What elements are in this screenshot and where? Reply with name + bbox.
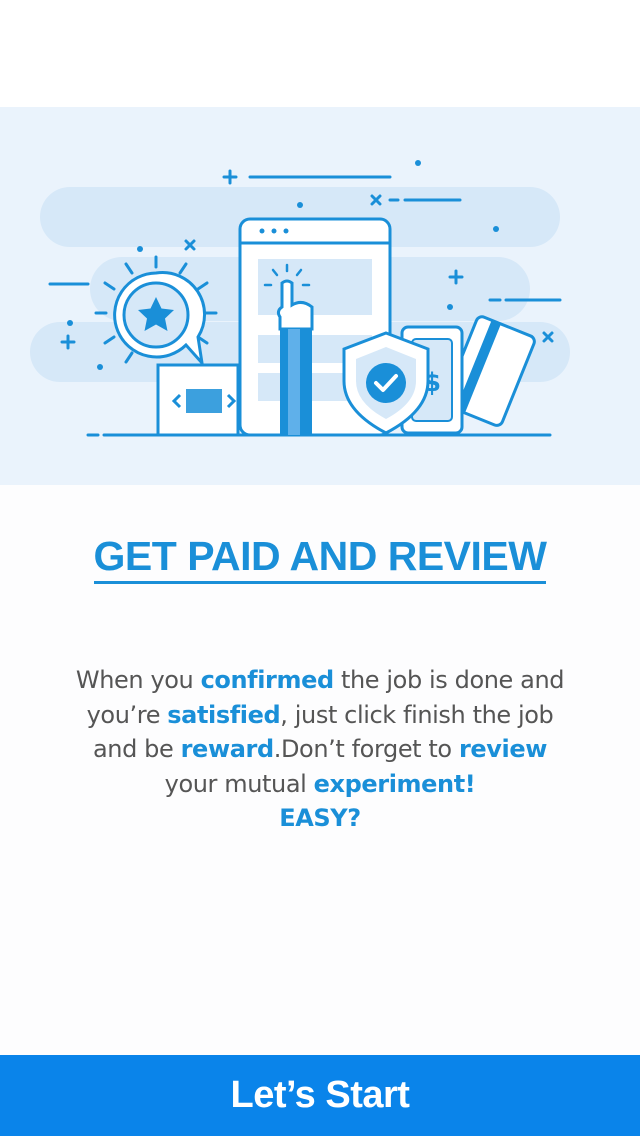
highlight-confirmed: confirmed bbox=[200, 666, 335, 694]
onboarding-title-wrapper: GET PAID AND REVIEW bbox=[0, 533, 640, 584]
highlight-review: review bbox=[458, 735, 547, 763]
onboarding-description: When you confirmed the job is done and y… bbox=[20, 663, 620, 836]
description-text: and be bbox=[93, 735, 181, 763]
onboarding-illustration: $ bbox=[0, 107, 640, 485]
easy-label: EASY? bbox=[279, 804, 361, 832]
highlight-experiment: experiment! bbox=[313, 769, 476, 798]
highlight-reward: reward bbox=[180, 735, 275, 763]
highlight-satisfied: satisfied bbox=[167, 700, 281, 729]
illustration-graphic: $ bbox=[30, 160, 570, 437]
onboarding-title: GET PAID AND REVIEW bbox=[93, 533, 547, 584]
onboarding-content: GET PAID AND REVIEW When you confirmed t… bbox=[0, 485, 640, 1055]
description-text: When you bbox=[75, 666, 201, 694]
description-text: you’re bbox=[86, 700, 168, 729]
lets-start-button[interactable]: Let’s Start bbox=[0, 1055, 640, 1136]
description-text: the job is done and bbox=[333, 666, 565, 694]
description-text: , just click finish the job bbox=[280, 700, 554, 729]
description-text: your mutual bbox=[164, 769, 314, 798]
top-spacer bbox=[0, 0, 640, 107]
description-text: .Don’t forget to bbox=[273, 735, 459, 763]
